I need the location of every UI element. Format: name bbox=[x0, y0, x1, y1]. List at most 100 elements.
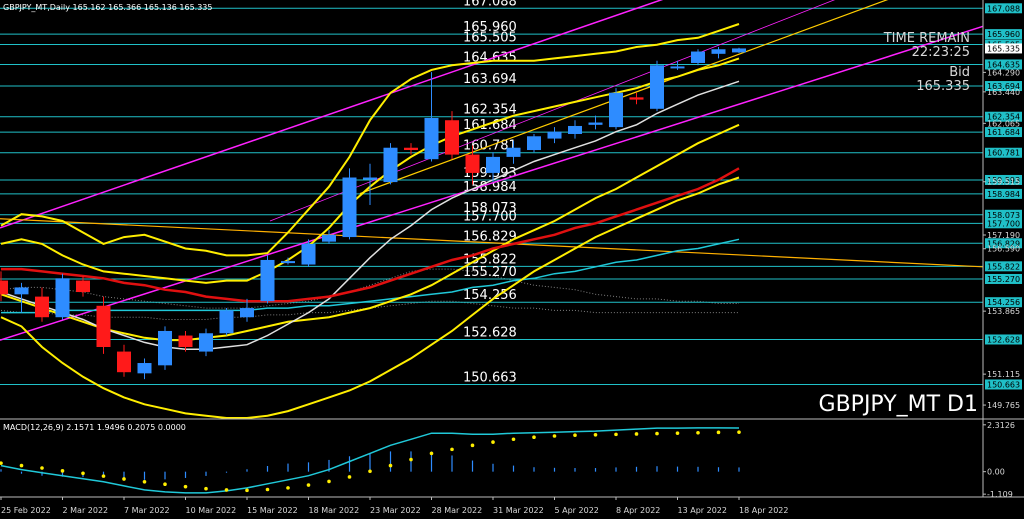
price-tag-label: 152.628 bbox=[987, 335, 1020, 344]
macd-signal-dot bbox=[532, 435, 536, 440]
candle-body bbox=[260, 259, 275, 302]
level-label: 167.088 bbox=[463, 0, 517, 9]
price-tag-label: 158.984 bbox=[987, 190, 1020, 199]
candle-body bbox=[342, 177, 357, 238]
candle-body bbox=[178, 335, 193, 347]
time-axis-label: 7 Mar 2022 bbox=[124, 506, 170, 515]
price-tag-label: 165.335 bbox=[987, 44, 1020, 53]
candle bbox=[732, 47, 746, 54]
macd-signal-dot bbox=[429, 451, 434, 456]
macd-signal-dot bbox=[409, 457, 413, 462]
candle-body bbox=[322, 234, 336, 242]
level-label: 165.505 bbox=[463, 31, 517, 46]
candle-body bbox=[547, 131, 562, 139]
time-axis-label: 8 Apr 2022 bbox=[616, 506, 660, 515]
macd-signal-dot bbox=[655, 431, 659, 436]
bid-value: 165.335 bbox=[916, 79, 970, 94]
level-label: 157.700 bbox=[463, 209, 517, 224]
macd-signal-dot bbox=[40, 466, 44, 470]
time-axis-label: 25 Feb 2022 bbox=[1, 506, 51, 515]
candle-body bbox=[506, 147, 521, 157]
candle bbox=[342, 168, 357, 240]
candle-body bbox=[219, 310, 234, 334]
candle bbox=[527, 133, 541, 153]
candle-body bbox=[0, 280, 8, 295]
macd-signal-dot bbox=[101, 474, 106, 478]
candle bbox=[260, 255, 275, 304]
candle-body bbox=[465, 154, 480, 173]
level-label: 155.270 bbox=[463, 265, 517, 280]
price-axis-label: 163.440 bbox=[987, 88, 1020, 97]
macd-header: MACD(12,26,9) 2.1571 1.9496 0.2075 0.000… bbox=[3, 423, 186, 432]
price-axis-label: 164.290 bbox=[987, 68, 1020, 77]
time-axis-label: 28 Mar 2022 bbox=[432, 506, 483, 515]
candle-body bbox=[609, 92, 623, 128]
macd-signal-dot bbox=[142, 480, 147, 484]
price-axis-label: 162.065 bbox=[987, 119, 1020, 128]
candle-body bbox=[96, 305, 111, 347]
candle-body bbox=[199, 333, 213, 352]
macd-signal-dot bbox=[245, 488, 249, 493]
macd-signal-dot bbox=[552, 434, 557, 438]
time-axis-label: 31 Mar 2022 bbox=[493, 506, 544, 515]
macd-signal-dot bbox=[122, 477, 126, 481]
macd-signal-dot bbox=[614, 432, 618, 437]
candle bbox=[691, 49, 705, 66]
candle-body bbox=[486, 156, 500, 173]
macd-signal-dot bbox=[388, 463, 393, 468]
candle-body bbox=[35, 296, 49, 318]
macd-signal-dot bbox=[675, 431, 680, 435]
symbol-timeframe-label: GBPJPY_MT D1 bbox=[819, 392, 978, 417]
price-tag-label: 160.781 bbox=[987, 149, 1020, 158]
level-label: 152.628 bbox=[463, 325, 517, 340]
macd-signal-dot bbox=[19, 463, 24, 468]
macd-signal-dot bbox=[163, 482, 167, 487]
macd-signal-dot bbox=[737, 430, 741, 434]
macd-signal-dot bbox=[306, 483, 311, 487]
price-tag-label: 165.960 bbox=[987, 30, 1020, 39]
macd-signal-dot bbox=[716, 430, 721, 435]
macd-signal-dot bbox=[204, 486, 208, 491]
price-axis-label: 156.590 bbox=[987, 245, 1020, 254]
time-remain-label: TIME REMAIN bbox=[883, 31, 970, 46]
price-tag-label: 161.684 bbox=[987, 128, 1020, 137]
candle-body bbox=[691, 51, 705, 63]
macd-signal-dot bbox=[286, 486, 290, 490]
candle-body bbox=[383, 147, 398, 183]
macd-axis-label: 0.00 bbox=[987, 468, 1005, 477]
candle bbox=[609, 88, 623, 130]
macd-signal-dot bbox=[491, 440, 495, 444]
level-label: 150.663 bbox=[463, 370, 517, 385]
price-tag-label: 167.088 bbox=[987, 4, 1020, 13]
macd-signal-dot bbox=[593, 432, 598, 437]
time-axis-label: 23 Mar 2022 bbox=[370, 506, 421, 515]
candle-body bbox=[301, 243, 316, 265]
candle-body bbox=[55, 278, 70, 318]
macd-signal-dot bbox=[183, 484, 188, 489]
candle-body bbox=[240, 308, 254, 318]
macd-signal-dot bbox=[450, 447, 454, 452]
macd-signal-dot bbox=[470, 443, 475, 448]
candle-body bbox=[363, 177, 377, 180]
candle-body bbox=[14, 287, 29, 295]
time-axis-label: 5 Apr 2022 bbox=[555, 506, 599, 515]
time-axis-label: 10 Mar 2022 bbox=[186, 506, 237, 515]
bid-label: Bid bbox=[949, 65, 970, 80]
candle-body bbox=[568, 125, 582, 134]
candle-body bbox=[650, 65, 664, 109]
macd-signal-dot bbox=[265, 487, 270, 492]
level-label: 163.694 bbox=[463, 72, 517, 87]
macd-axis-label: 2.3126 bbox=[987, 421, 1015, 430]
candle-body bbox=[137, 363, 152, 374]
candle-body bbox=[527, 136, 541, 151]
time-remain-value: 22:23:25 bbox=[912, 45, 970, 60]
macd-signal-dot bbox=[696, 430, 700, 435]
candle-body bbox=[711, 49, 726, 54]
gbpjpy-chart[interactable]: 167.088165.960165.505164.635163.694162.3… bbox=[0, 0, 1024, 519]
macd-axis-label: -1.109 bbox=[987, 490, 1013, 499]
macd-signal-dot bbox=[327, 479, 331, 484]
candle bbox=[650, 60, 664, 112]
candle-body bbox=[588, 122, 603, 125]
level-label: 162.354 bbox=[463, 103, 517, 118]
price-tag-label: 150.663 bbox=[987, 380, 1020, 389]
